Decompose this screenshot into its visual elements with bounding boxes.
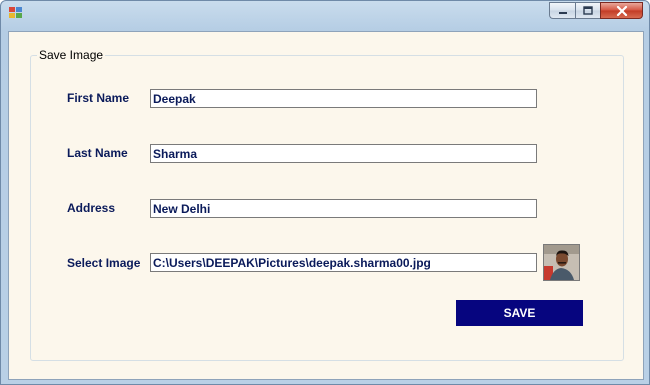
title-bar[interactable] (1, 1, 649, 25)
maximize-icon (583, 6, 593, 15)
minimize-icon (558, 11, 567, 14)
minimize-button[interactable] (549, 2, 575, 19)
app-icon[interactable] (9, 7, 23, 19)
select-image-label: Select Image (67, 256, 141, 270)
address-field[interactable] (150, 199, 537, 218)
save-button[interactable]: SAVE (456, 300, 583, 326)
last-name-label: Last Name (67, 146, 128, 160)
address-label: Address (67, 201, 116, 215)
user-photo-icon (544, 245, 579, 280)
first-name-label: First Name (67, 91, 130, 105)
app-window: Save Image First Name Last Name Address … (0, 0, 650, 385)
groupbox-label: Save Image (37, 48, 106, 62)
image-preview[interactable] (543, 244, 580, 281)
close-icon (616, 5, 627, 16)
last-name-field[interactable] (150, 144, 537, 163)
form-client-area: Save Image First Name Last Name Address … (8, 31, 644, 380)
image-path-field[interactable] (150, 253, 537, 272)
close-button[interactable] (600, 2, 643, 19)
first-name-field[interactable] (150, 89, 537, 108)
maximize-button[interactable] (575, 2, 600, 19)
caption-buttons (549, 2, 643, 20)
